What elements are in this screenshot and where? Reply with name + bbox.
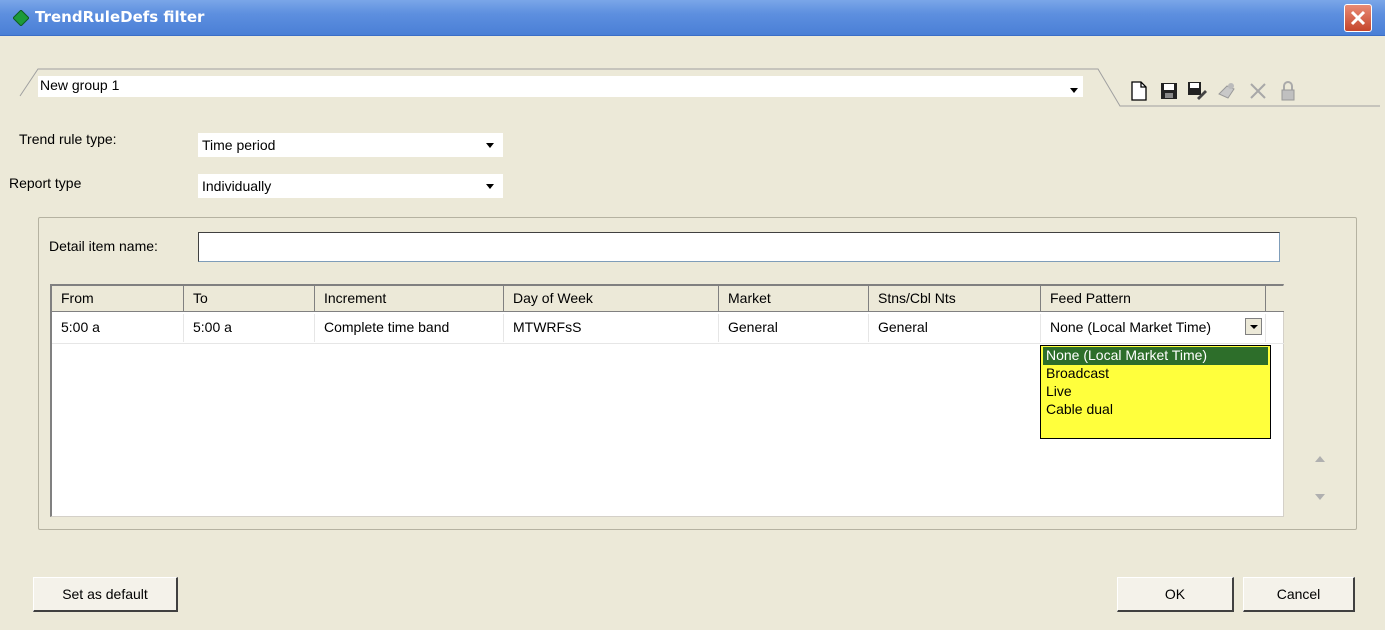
column-header[interactable]: Stns/Cbl Nts	[869, 286, 1041, 311]
move-down-icon[interactable]	[1314, 492, 1326, 502]
chevron-down-icon[interactable]	[482, 177, 498, 195]
group-select[interactable]: New group 1	[18, 66, 1091, 100]
new-document-icon[interactable]	[1128, 80, 1150, 102]
trend-rule-type-label: Trend rule type:	[19, 131, 117, 147]
cell-feed-pattern[interactable]: None (Local Market Time)	[1041, 314, 1266, 342]
cell-day-of-week[interactable]: MTWRFsS	[504, 314, 719, 342]
detail-item-name-label: Detail item name:	[49, 238, 158, 254]
trend-rule-type-select[interactable]: Time period	[198, 133, 503, 157]
cell-from[interactable]: 5:00 a	[52, 314, 184, 342]
column-header[interactable]: To	[184, 286, 315, 311]
window-title: TrendRuleDefs filter	[35, 8, 205, 26]
title-bar: TrendRuleDefs filter	[0, 0, 1385, 36]
move-up-icon[interactable]	[1314, 454, 1326, 464]
close-icon	[1350, 10, 1366, 26]
save-as-icon[interactable]	[1186, 80, 1208, 102]
rename-icon[interactable]	[1216, 80, 1238, 102]
chevron-down-icon[interactable]	[1066, 81, 1082, 99]
group-select-value: New group 1	[38, 76, 1083, 97]
cell-to[interactable]: 5:00 a	[184, 314, 315, 342]
diamond-icon	[13, 10, 29, 26]
column-header[interactable]: Day of Week	[504, 286, 719, 311]
set-default-button[interactable]: Set as default	[33, 577, 178, 612]
save-icon[interactable]	[1158, 80, 1180, 102]
cell-increment[interactable]: Complete time band	[315, 314, 504, 342]
feed-pattern-dropdown[interactable]: None (Local Market Time) Broadcast Live …	[1040, 345, 1271, 439]
ok-button[interactable]: OK	[1117, 577, 1234, 612]
dropdown-option[interactable]: None (Local Market Time)	[1043, 347, 1268, 365]
lock-icon[interactable]	[1277, 80, 1299, 102]
cell-stations[interactable]: General	[869, 314, 1041, 342]
dropdown-option[interactable]: Live	[1043, 383, 1268, 401]
grid-header: From To Increment Day of Week Market Stn…	[52, 286, 1284, 312]
report-type-select[interactable]: Individually	[198, 174, 503, 198]
delete-icon[interactable]	[1247, 80, 1269, 102]
cell-market[interactable]: General	[719, 314, 869, 342]
feed-pattern-dropdown-button[interactable]	[1245, 318, 1262, 335]
column-header[interactable]: Increment	[315, 286, 504, 311]
column-header[interactable]: Feed Pattern	[1041, 286, 1266, 311]
cancel-button[interactable]: Cancel	[1243, 577, 1355, 612]
trend-rule-type-value: Time period	[202, 137, 276, 153]
column-header[interactable]: Market	[719, 286, 869, 311]
dropdown-option[interactable]: Cable dual	[1043, 401, 1268, 419]
dropdown-option[interactable]: Broadcast	[1043, 365, 1268, 383]
close-button[interactable]	[1344, 4, 1372, 32]
column-header[interactable]: From	[52, 286, 184, 311]
row-divider	[52, 343, 1284, 344]
chevron-down-icon[interactable]	[482, 136, 498, 154]
detail-item-name-input[interactable]	[198, 232, 1280, 262]
report-type-label: Report type	[9, 175, 82, 191]
report-type-value: Individually	[202, 178, 272, 194]
